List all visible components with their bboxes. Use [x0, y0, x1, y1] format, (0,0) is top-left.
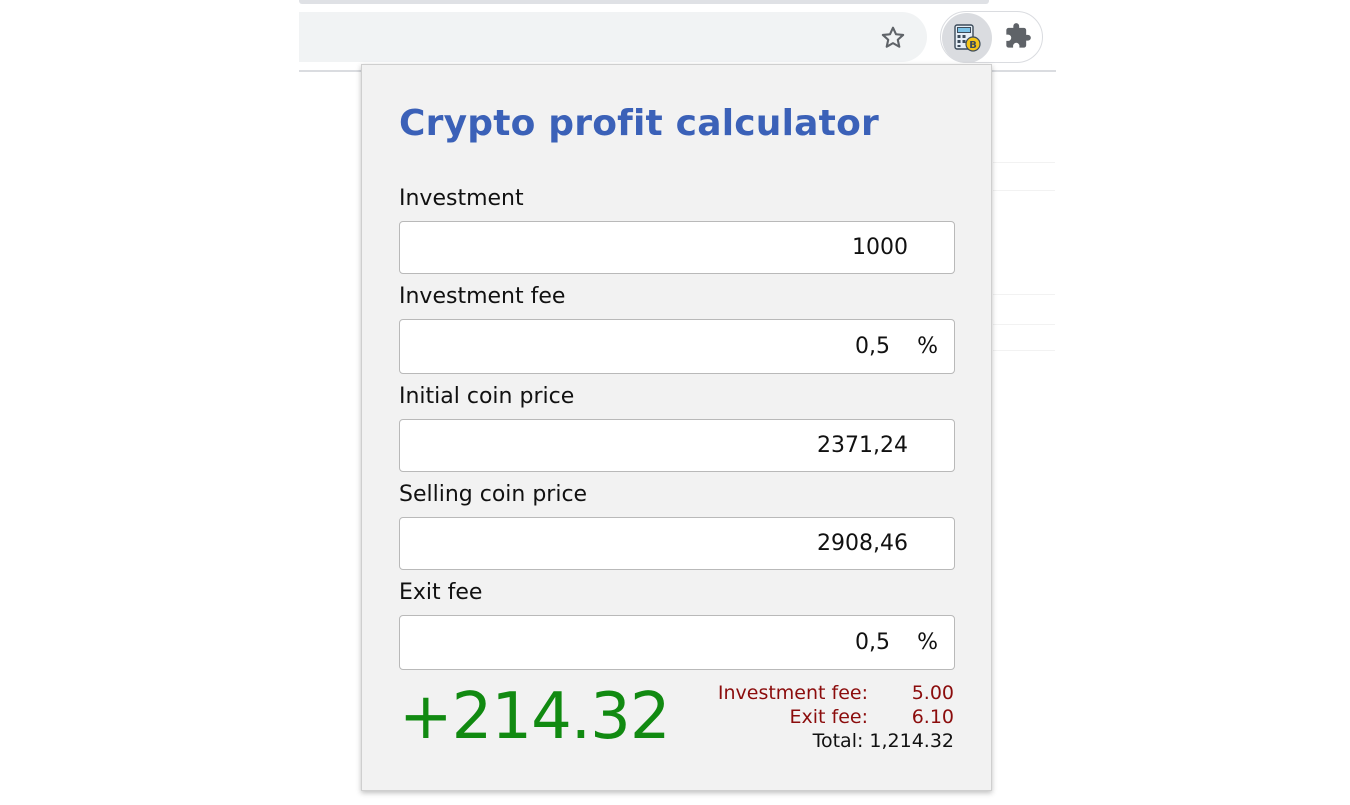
selling-coin-price-input[interactable] — [400, 518, 908, 569]
total-summary-label: Total: — [812, 730, 864, 752]
exit-fee-input[interactable] — [400, 616, 890, 669]
browser-toolbar: B — [299, 0, 1056, 72]
exit-fee-label: Exit fee — [399, 580, 483, 605]
svg-text:B: B — [969, 40, 977, 51]
investment-fee-label: Investment fee — [399, 284, 566, 309]
investment-fee-summary-row: Investment fee: 5.00 — [718, 681, 954, 705]
fee-summary: Investment fee: 5.00 Exit fee: 6.10 Tota… — [718, 681, 954, 753]
total-summary-value: 1,214.32 — [869, 730, 954, 752]
bookmark-star-button[interactable] — [877, 22, 909, 54]
screen: B Crypto profit calculator Investment In… — [0, 0, 1350, 805]
initial-coin-price-label: Initial coin price — [399, 384, 575, 409]
total-summary-row: Total: 1,214.32 — [718, 729, 954, 753]
investment-fee-summary-label: Investment fee: — [717, 682, 868, 704]
crypto-calculator-extension-button[interactable]: B — [942, 13, 992, 63]
investment-fee-input[interactable] — [400, 320, 890, 373]
investment-field[interactable] — [399, 221, 955, 274]
investment-fee-field[interactable]: % — [399, 319, 955, 374]
puzzle-piece-icon — [1006, 23, 1031, 48]
investment-fee-summary-value: 5.00 — [911, 682, 954, 704]
extensions-menu-button[interactable] — [998, 14, 1038, 58]
investment-input[interactable] — [400, 222, 908, 273]
profit-result: +214.32 — [399, 680, 671, 754]
selling-coin-price-field[interactable] — [399, 517, 955, 570]
selling-coin-price-label: Selling coin price — [399, 482, 588, 507]
exit-fee-summary-value: 6.10 — [911, 706, 954, 728]
star-icon — [881, 26, 905, 48]
exit-fee-summary-label: Exit fee: — [789, 706, 869, 728]
address-bar[interactable] — [299, 12, 927, 62]
percent-sign: % — [917, 630, 938, 655]
exit-fee-summary-row: Exit fee: 6.10 — [718, 705, 955, 729]
exit-fee-field[interactable]: % — [399, 615, 955, 670]
page-background — [993, 72, 1055, 362]
tab-strip — [299, 0, 989, 4]
initial-coin-price-field[interactable] — [399, 419, 955, 472]
extension-popup: Crypto profit calculator Investment Inve… — [361, 64, 992, 791]
percent-sign: % — [917, 334, 938, 359]
popup-title: Crypto profit calculator — [399, 103, 879, 144]
investment-label: Investment — [399, 186, 524, 211]
initial-coin-price-input[interactable] — [400, 420, 908, 471]
calculator-bitcoin-icon: B — [954, 24, 981, 52]
